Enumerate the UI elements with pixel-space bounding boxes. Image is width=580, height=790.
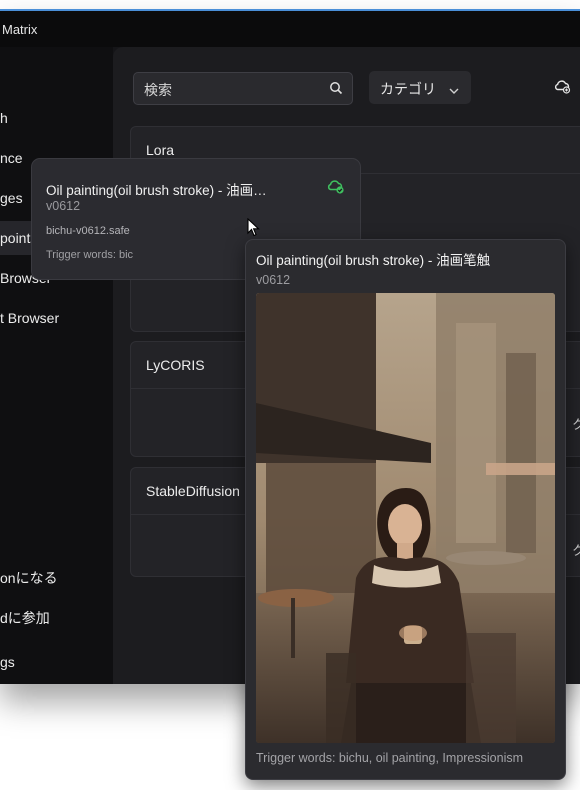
sidebar-item-label: dに参加	[0, 610, 50, 626]
section-side-text: ク	[572, 540, 580, 559]
sidebar-item-label: t Browser	[0, 310, 60, 326]
sidebar-item-t-browser[interactable]: t Browser	[0, 301, 109, 335]
title-bar: Matrix	[0, 11, 580, 47]
sidebar-item-label: ges	[0, 190, 23, 206]
sidebar: h nce ges points Browser t Browser onになる…	[0, 47, 113, 684]
section-title: StableDiffusion	[146, 483, 240, 499]
card-filename: bichu-v0612.safe	[46, 225, 130, 237]
chevron-down-icon	[449, 82, 459, 100]
card-title: Oil painting(oil brush stroke) - 油画…	[46, 183, 267, 198]
preview-image	[256, 293, 555, 743]
section-side-text: ク	[572, 414, 580, 433]
sidebar-item-patron[interactable]: onになる	[0, 561, 109, 595]
category-label: カテゴリ	[380, 81, 436, 97]
mouse-cursor-icon	[247, 217, 260, 242]
tooltip-version: v0612	[256, 273, 291, 287]
section-title: Lora	[146, 142, 175, 158]
window-title: Matrix	[2, 22, 38, 37]
category-dropdown[interactable]: カテゴリ	[369, 71, 471, 104]
sidebar-item-label: onになる	[0, 570, 58, 586]
sidebar-item-label: gs	[0, 654, 15, 670]
cloud-synced-icon[interactable]	[326, 178, 346, 200]
sidebar-item-label: h	[0, 110, 8, 126]
search-placeholder: 検索	[144, 82, 172, 98]
sidebar-item-1[interactable]: h	[0, 101, 109, 135]
search-input[interactable]: 検索	[133, 72, 353, 105]
section-title: LyCORIS	[146, 357, 205, 373]
model-preview-tooltip: Oil painting(oil brush stroke) - 油画笔触 v0…	[245, 239, 566, 780]
card-version: v0612	[46, 199, 81, 213]
tooltip-trigger-words: Trigger words: bichu, oil painting, Impr…	[256, 751, 524, 765]
sidebar-item-settings[interactable]: gs	[0, 645, 109, 679]
search-icon	[329, 81, 343, 100]
card-trigger-words: Trigger words: bic	[46, 249, 134, 261]
sidebar-item-discord[interactable]: dに参加	[0, 601, 109, 635]
sidebar-item-label: nce	[0, 150, 23, 166]
cloud-sync-icon[interactable]	[553, 78, 571, 99]
tooltip-title: Oil painting(oil brush stroke) - 油画笔触	[256, 253, 491, 268]
